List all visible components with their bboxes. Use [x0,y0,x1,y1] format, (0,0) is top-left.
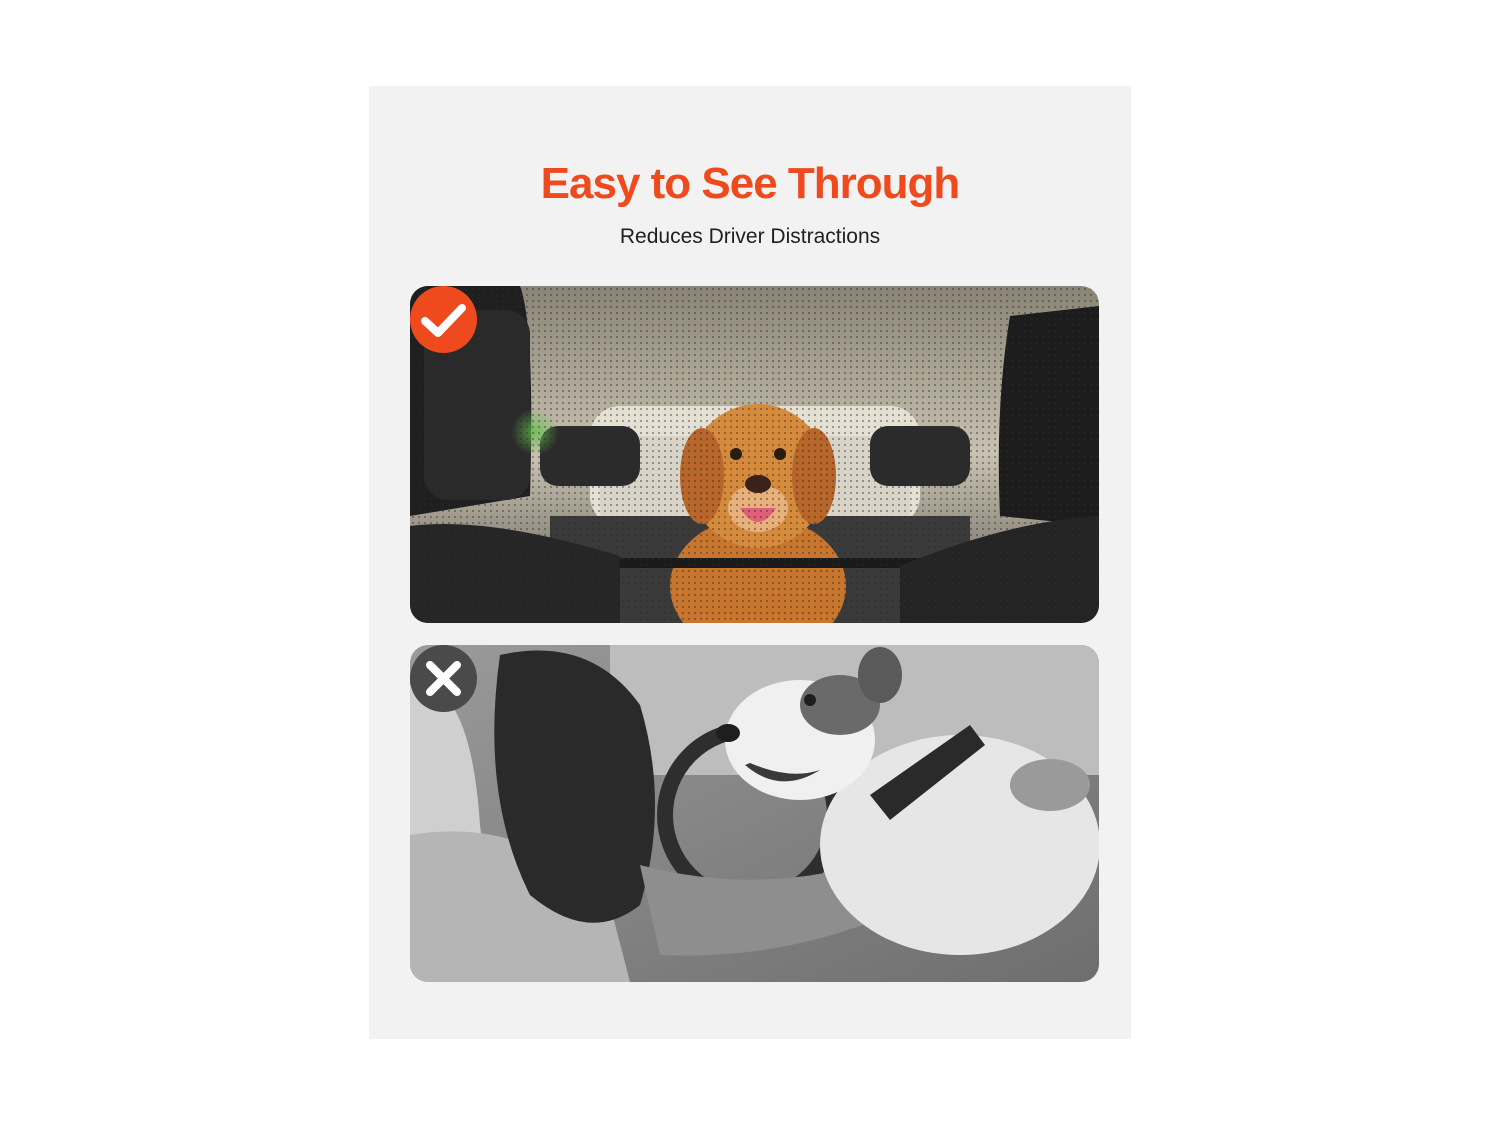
page-title: Easy to See Through [540,159,961,208]
cross-badge [410,645,477,712]
bad-example-photo [410,645,1099,982]
check-icon [421,304,466,337]
check-badge [410,286,477,353]
good-example-photo [410,286,1099,623]
close-icon [426,661,461,696]
page-subtitle: Reduces Driver Distractions [619,225,881,248]
